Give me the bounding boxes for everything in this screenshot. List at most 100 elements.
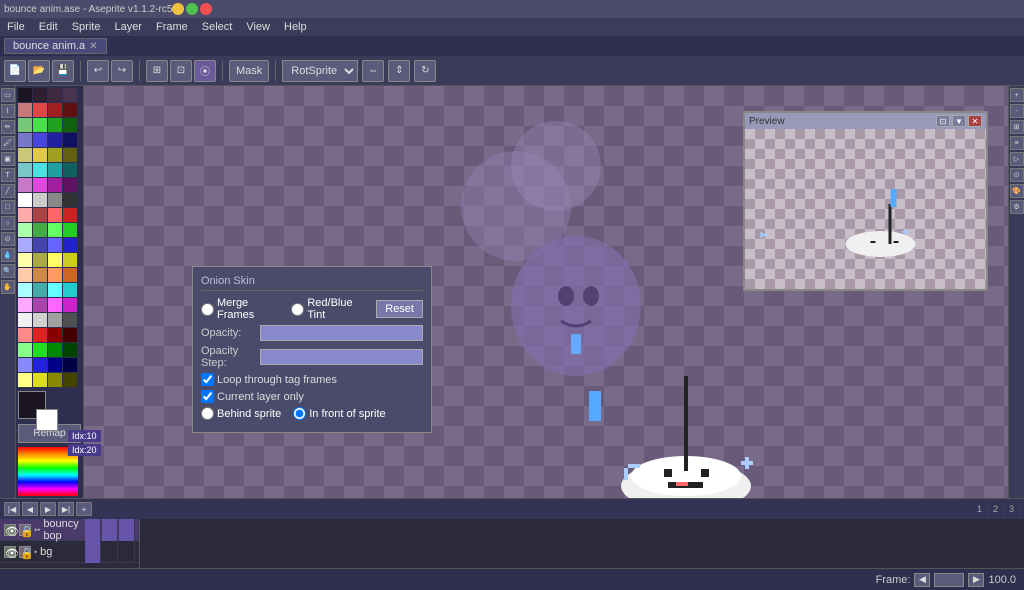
tl-next-frame[interactable]: ▶|	[58, 502, 74, 516]
palette-color-38[interactable]	[48, 223, 62, 237]
palette-color-20[interactable]	[18, 163, 32, 177]
frame-cell-2-bg[interactable]	[102, 541, 118, 563]
palette-color-64[interactable]	[18, 328, 32, 342]
palette-color-43[interactable]	[63, 238, 77, 252]
opacity-step-input[interactable]: 27	[260, 349, 423, 365]
tool-marquee[interactable]: ▭	[1, 88, 15, 102]
palette-color-34[interactable]	[48, 208, 62, 222]
palette-color-52[interactable]	[18, 283, 32, 297]
palette-color-35[interactable]	[63, 208, 77, 222]
frame-cell-3-bouncy[interactable]	[119, 519, 135, 541]
palette-color-57[interactable]	[33, 298, 47, 312]
layer-lock-bg[interactable]: 🔒	[19, 546, 31, 558]
palette-color-21[interactable]	[33, 163, 47, 177]
preview-fit-button[interactable]: ⊡	[936, 115, 950, 127]
redo-button[interactable]: ↪	[111, 60, 133, 82]
palette-color-10[interactable]	[48, 118, 62, 132]
menu-select[interactable]: Select	[199, 21, 236, 33]
palette-color-74[interactable]	[48, 358, 62, 372]
palette-color-33[interactable]	[33, 208, 47, 222]
layer-lock-bouncy[interactable]: 🔒	[19, 524, 31, 536]
zoom-in-button[interactable]: +	[1010, 88, 1024, 102]
palette-color-32[interactable]	[18, 208, 32, 222]
tool-zoom[interactable]: 🔍	[1, 264, 15, 278]
palette-color-41[interactable]	[33, 238, 47, 252]
palette-color-62[interactable]	[48, 313, 62, 327]
palette-color-58[interactable]	[48, 298, 62, 312]
onion-reset-button[interactable]: Reset	[376, 300, 423, 318]
tl-first-frame[interactable]: |◀	[4, 502, 20, 516]
menu-frame[interactable]: Frame	[153, 21, 191, 33]
current-layer-checkbox[interactable]	[201, 390, 214, 403]
frame-cell-1-bouncy[interactable]	[85, 519, 101, 541]
grid-toggle[interactable]: ⊞	[1010, 120, 1024, 134]
palette-color-28[interactable]	[18, 193, 32, 207]
onion-button[interactable]: ⦿	[194, 60, 216, 82]
current-layer-option[interactable]: Current layer only	[201, 390, 304, 403]
flip-v-button[interactable]: ⇕	[388, 60, 410, 82]
palette-color-76[interactable]	[18, 373, 32, 387]
palette-color-48[interactable]	[18, 268, 32, 282]
frame-cell-1-bg[interactable]	[85, 541, 101, 563]
mask-button[interactable]: Mask	[229, 60, 269, 82]
tool-ellipse[interactable]: ○	[1, 216, 15, 230]
palette-color-9[interactable]	[33, 118, 47, 132]
palette-color-16[interactable]	[18, 148, 32, 162]
palette-color-56[interactable]	[18, 298, 32, 312]
merge-frames-option[interactable]: Merge Frames	[201, 297, 287, 321]
menu-file[interactable]: File	[4, 21, 28, 33]
palette-color-17[interactable]	[33, 148, 47, 162]
settings-button[interactable]: ⚙	[1010, 200, 1024, 214]
palette-color-5[interactable]	[33, 103, 47, 117]
palette-color-22[interactable]	[48, 163, 62, 177]
palette-color-1[interactable]	[33, 88, 47, 102]
palette-color-26[interactable]	[48, 178, 62, 192]
palette-color-0[interactable]	[18, 88, 32, 102]
red-blue-option[interactable]: Red/Blue Tint	[291, 297, 372, 321]
palette-color-69[interactable]	[33, 343, 47, 357]
tool-text[interactable]: T	[1, 168, 15, 182]
palette-color-75[interactable]	[63, 358, 77, 372]
palette-color-54[interactable]	[48, 283, 62, 297]
onion-toggle[interactable]: ⊙	[1010, 168, 1024, 182]
rotation-select[interactable]: RotSprite	[282, 60, 358, 82]
frame-cell-2-bouncy[interactable]	[102, 519, 118, 541]
palette-color-50[interactable]	[48, 268, 62, 282]
layer-vis-bouncy[interactable]: 👁	[4, 524, 16, 536]
palette-color-55[interactable]	[63, 283, 77, 297]
tl-prev-frame[interactable]: ◀	[22, 502, 38, 516]
tool-pencil[interactable]: ✏	[1, 120, 15, 134]
palette-color-2[interactable]	[48, 88, 62, 102]
palette-color-61[interactable]	[33, 313, 47, 327]
palette-color-14[interactable]	[48, 133, 62, 147]
palette-color-3[interactable]	[63, 88, 77, 102]
tool-fill[interactable]: ▣	[1, 152, 15, 166]
frame-cell-3-bg[interactable]	[119, 541, 135, 563]
layer-row-bg[interactable]: 👁 🔒 • bg	[0, 541, 139, 563]
menu-edit[interactable]: Edit	[36, 21, 61, 33]
palette-color-68[interactable]	[18, 343, 32, 357]
layer-toggle[interactable]: ≡	[1010, 136, 1024, 150]
palette-color-47[interactable]	[63, 253, 77, 267]
palette-color-12[interactable]	[18, 133, 32, 147]
flip-h-button[interactable]: ⇔	[362, 60, 384, 82]
palette-color-65[interactable]	[33, 328, 47, 342]
save-file-button[interactable]: 💾	[52, 60, 74, 82]
open-file-button[interactable]: 📂	[28, 60, 50, 82]
palette-color-30[interactable]	[48, 193, 62, 207]
palette-color-40[interactable]	[18, 238, 32, 252]
tool-brush[interactable]: 🖌	[1, 136, 15, 150]
loop-option[interactable]: Loop through tag frames	[201, 373, 337, 386]
palette-color-49[interactable]	[33, 268, 47, 282]
palette-color-36[interactable]	[18, 223, 32, 237]
palette-color-23[interactable]	[63, 163, 77, 177]
palette-color-66[interactable]	[48, 328, 62, 342]
palette-toggle[interactable]: 🎨	[1010, 184, 1024, 198]
tool-contour[interactable]: ⊙	[1, 232, 15, 246]
palette-color-29[interactable]	[33, 193, 47, 207]
layer-row-bouncy[interactable]: 👁 🔒 •• bouncy bop	[0, 519, 139, 541]
background-color[interactable]	[36, 409, 58, 431]
zoom-out-button[interactable]: -	[1010, 104, 1024, 118]
palette-color-13[interactable]	[33, 133, 47, 147]
palette-color-63[interactable]	[63, 313, 77, 327]
